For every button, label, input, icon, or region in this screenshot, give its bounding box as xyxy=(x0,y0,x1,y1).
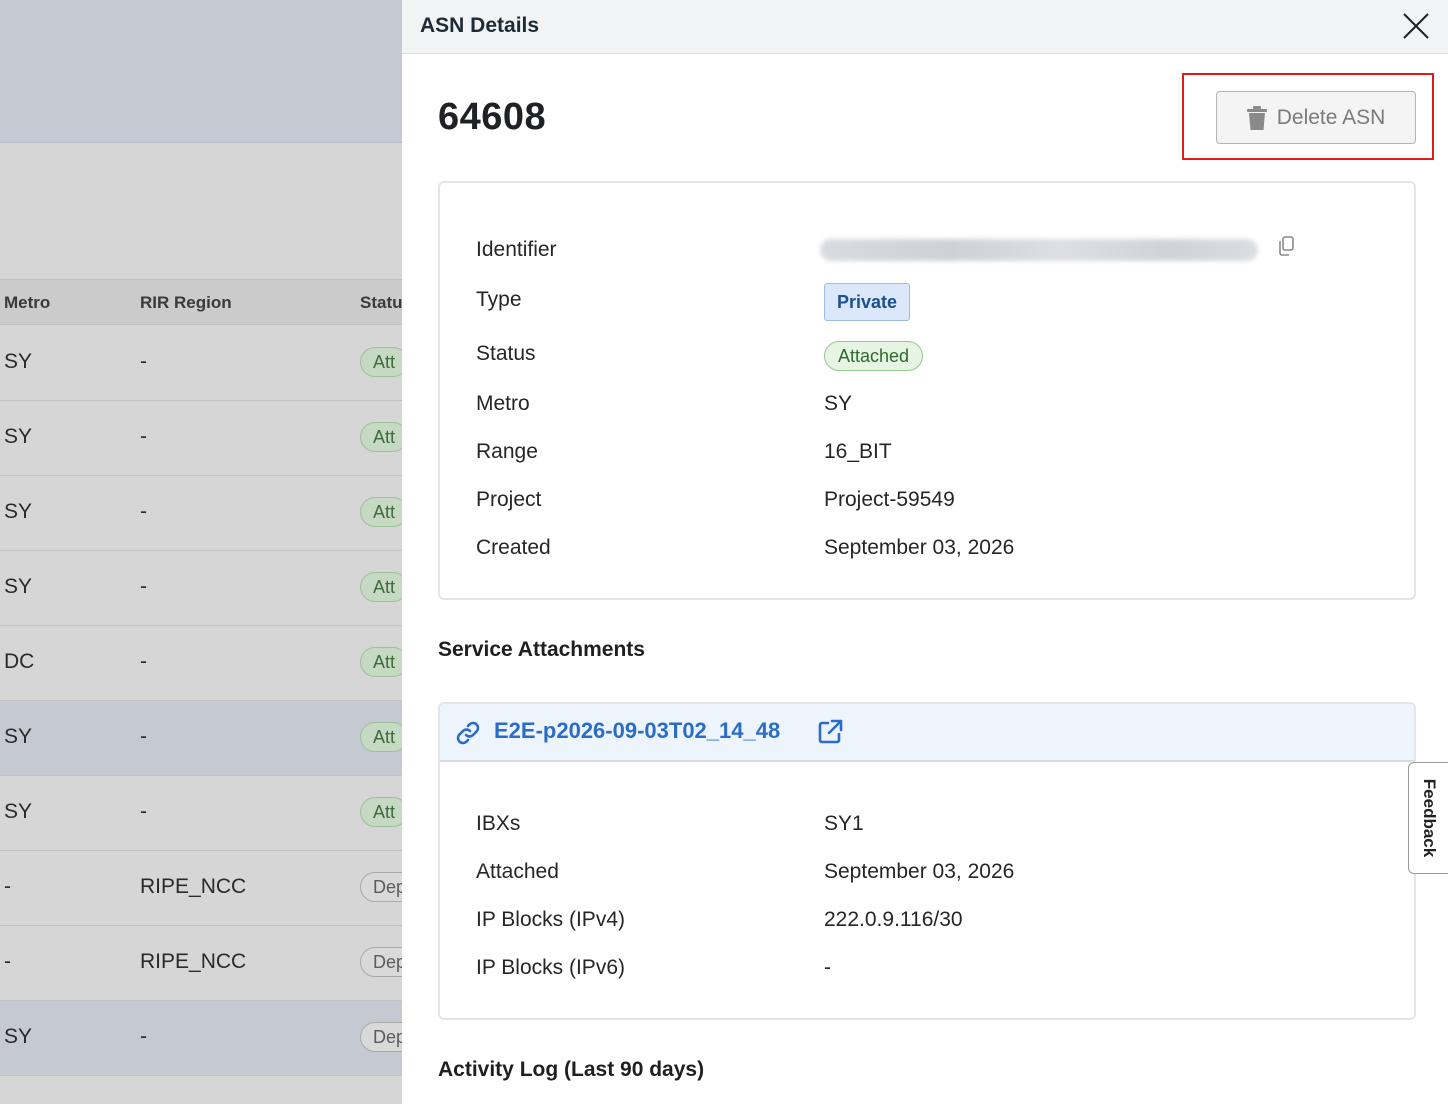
drawer-title: ASN Details xyxy=(420,14,540,37)
table-row[interactable]: SY - Att xyxy=(0,401,402,476)
ibxs-value: SY1 xyxy=(824,812,864,835)
service-attachment-link[interactable]: E2E-p2026-09-03T02_14_48 xyxy=(494,718,780,744)
metro-cell: SY xyxy=(4,350,33,373)
rir-region-cell: - xyxy=(140,350,147,373)
feedback-label: Feedback xyxy=(1419,778,1439,858)
asn-details-drawer: ASN Details 64608 Delete ASN Identifier … xyxy=(402,0,1448,1104)
metro-cell: SY xyxy=(4,1025,33,1048)
rir-region-cell: - xyxy=(140,650,147,673)
type-badge: Private xyxy=(824,283,911,321)
table-row[interactable]: - RIPE_NCC Dep xyxy=(0,851,402,926)
metro-cell: SY xyxy=(4,575,33,598)
rir-region-cell: - xyxy=(140,1025,147,1048)
range-value: 16_BIT xyxy=(824,440,892,463)
project-label: Project xyxy=(476,488,542,511)
project-value: Project-59549 xyxy=(824,488,955,511)
asn-details-card: Identifier Type Private Status Attached … xyxy=(438,181,1416,600)
metro-cell: SY xyxy=(4,800,33,823)
ibxs-label: IBXs xyxy=(476,812,521,835)
created-value: September 03, 2026 xyxy=(824,536,1015,559)
status-label: Status xyxy=(476,342,536,365)
metro-value: SY xyxy=(824,392,853,415)
status-pill: Dep xyxy=(360,947,402,977)
ipv4-value: 222.0.9.116/30 xyxy=(824,908,963,931)
link-icon xyxy=(456,721,480,745)
close-button[interactable] xyxy=(1400,10,1432,42)
close-icon[interactable] xyxy=(1400,10,1432,42)
table-header: Metro RIR Region Statu xyxy=(0,279,402,325)
rir-region-cell: - xyxy=(140,575,147,598)
feedback-tab[interactable]: Feedback xyxy=(1408,762,1448,874)
status-pill: Att xyxy=(360,422,402,452)
trash-icon xyxy=(1246,105,1267,130)
metro-label: Metro xyxy=(476,392,530,415)
ipv6-value: - xyxy=(824,956,831,979)
column-header-status[interactable]: Statu xyxy=(360,293,402,313)
drawer-header: ASN Details xyxy=(402,0,1448,54)
status-pill: Att xyxy=(360,722,402,752)
background-toolbar xyxy=(0,0,402,143)
status-pill: Att xyxy=(360,572,402,602)
asn-number-heading: 64608 xyxy=(438,96,547,138)
attachment-header: E2E-p2026-09-03T02_14_48 xyxy=(440,704,1414,762)
table-row[interactable]: SY - Dep xyxy=(0,1001,402,1076)
background-table-area: Metro RIR Region Statu SY - Att SY - Att SY - At… xyxy=(0,0,402,1104)
metro-cell: SY xyxy=(4,425,33,448)
table-row[interactable]: SY - Att xyxy=(0,476,402,551)
table-row[interactable]: SY - Att xyxy=(0,701,402,776)
rir-region-cell: - xyxy=(140,500,147,523)
rir-region-cell: RIPE_NCC xyxy=(140,950,247,973)
type-label: Type xyxy=(476,288,522,311)
rir-region-cell: - xyxy=(140,425,147,448)
attached-value: September 03, 2026 xyxy=(824,860,1015,883)
copy-icon[interactable] xyxy=(1276,235,1298,257)
table-row[interactable]: SY - Att xyxy=(0,551,402,626)
created-label: Created xyxy=(476,536,551,559)
external-link-icon[interactable] xyxy=(816,718,844,746)
status-pill: Att xyxy=(360,497,402,527)
status-badge: Attached xyxy=(824,341,924,371)
metro-cell: SY xyxy=(4,725,33,748)
ipv4-label: IP Blocks (IPv4) xyxy=(476,908,625,931)
metro-cell: - xyxy=(4,875,11,898)
column-header-rir-region[interactable]: RIR Region xyxy=(140,293,232,313)
service-attachments-title: Service Attachments xyxy=(438,638,645,661)
metro-cell: - xyxy=(4,950,11,973)
delete-asn-label: Delete ASN xyxy=(1276,105,1386,129)
rir-region-cell: RIPE_NCC xyxy=(140,875,247,898)
identifier-value-redacted xyxy=(820,239,1258,261)
rir-region-cell: - xyxy=(140,725,147,748)
attached-label: Attached xyxy=(476,860,559,883)
service-attachment-card: E2E-p2026-09-03T02_14_48 IBXs SY1 Attach… xyxy=(438,702,1416,1020)
metro-cell: SY xyxy=(4,500,33,523)
metro-cell: DC xyxy=(4,650,35,673)
ipv6-label: IP Blocks (IPv6) xyxy=(476,956,625,979)
status-pill: Att xyxy=(360,797,402,827)
activity-log-title: Activity Log (Last 90 days) xyxy=(438,1058,705,1081)
column-header-metro[interactable]: Metro xyxy=(4,293,50,313)
status-pill: Att xyxy=(360,647,402,677)
table-row[interactable]: SY - Att xyxy=(0,326,402,401)
status-pill: Dep xyxy=(360,1022,402,1052)
range-label: Range xyxy=(476,440,538,463)
table-row[interactable]: - RIPE_NCC Dep xyxy=(0,926,402,1001)
table-row[interactable]: SY - Att xyxy=(0,776,402,851)
delete-asn-button[interactable]: Delete ASN xyxy=(1216,91,1416,144)
identifier-label: Identifier xyxy=(476,238,557,261)
table-row[interactable]: DC - Att xyxy=(0,626,402,701)
status-pill: Dep xyxy=(360,872,402,902)
status-pill: Att xyxy=(360,347,402,377)
rir-region-cell: - xyxy=(140,800,147,823)
